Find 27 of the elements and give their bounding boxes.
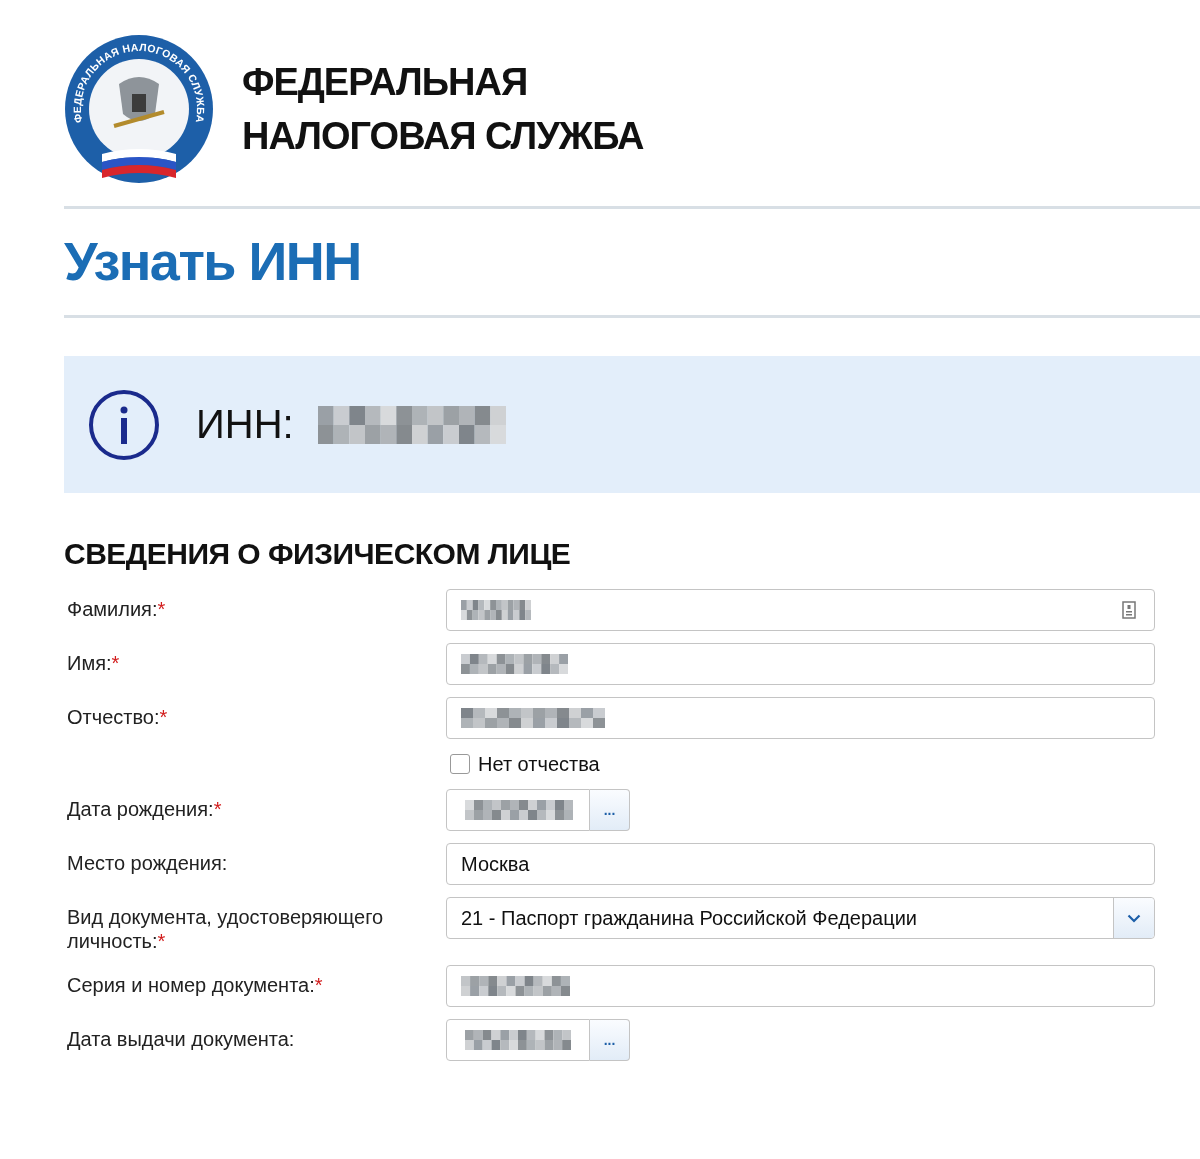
input-field[interactable] bbox=[446, 965, 1155, 1007]
inn-label: ИНН: bbox=[196, 402, 294, 447]
field-label: Вид документа, удостоверяющего личность:* bbox=[67, 906, 384, 952]
field-label: Дата выдачи документа: bbox=[67, 1028, 295, 1050]
input-field[interactable] bbox=[446, 697, 1155, 739]
input-field[interactable]: Москва bbox=[446, 843, 1155, 885]
chevron-down-icon bbox=[1127, 913, 1141, 923]
no-patronymic-checkbox[interactable]: Нет отчества bbox=[450, 751, 600, 777]
field-label: Фамилия:* bbox=[67, 598, 166, 620]
field-label: Дата рождения:* bbox=[67, 798, 222, 820]
document-type-select[interactable]: 21 - Паспорт гражданина Российской Федерации bbox=[446, 897, 1155, 939]
calendar-button[interactable]: ... bbox=[590, 789, 630, 831]
info-icon bbox=[88, 388, 160, 461]
section-title: СВЕДЕНИЯ О ФИЗИЧЕСКОМ ЛИЦЕ bbox=[64, 537, 572, 571]
field-label: Отчество:* bbox=[67, 706, 168, 728]
field-label: Имя:* bbox=[67, 652, 120, 674]
field-label: Серия и номер документа:* bbox=[67, 974, 323, 996]
page-title: Узнать ИНН bbox=[64, 230, 362, 293]
agency-name: НАЛОГОВАЯ СЛУЖБА bbox=[242, 114, 644, 159]
field-label: Место рождения: bbox=[67, 852, 228, 874]
input-field[interactable] bbox=[446, 643, 1155, 685]
date-field[interactable] bbox=[446, 1019, 590, 1061]
input-field[interactable] bbox=[446, 589, 1155, 631]
agency-name: ФЕДЕРАЛЬНАЯ bbox=[242, 60, 529, 105]
date-field[interactable] bbox=[446, 789, 590, 831]
calendar-button[interactable]: ... bbox=[590, 1019, 630, 1061]
contact-card-icon[interactable] bbox=[1122, 601, 1136, 619]
